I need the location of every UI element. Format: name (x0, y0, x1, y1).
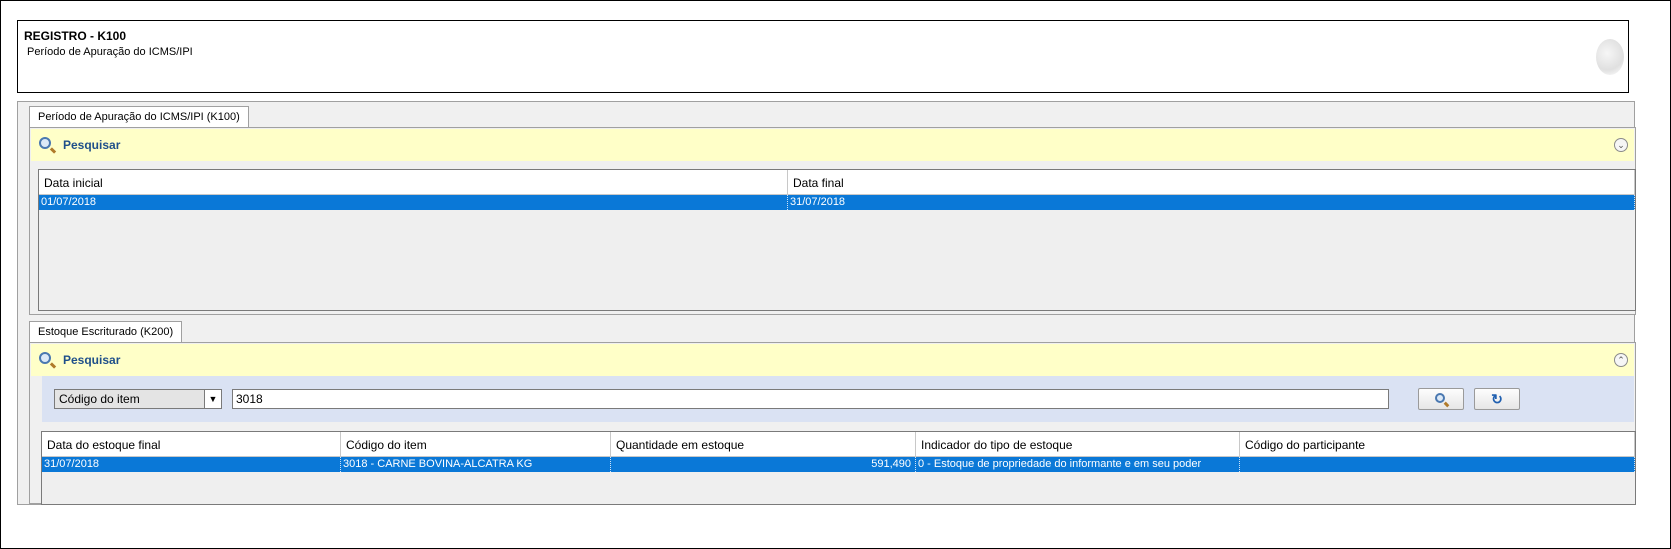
logo-icon (1596, 39, 1624, 75)
cell-indicador: 0 - Estoque de propriedade do informante… (916, 457, 1240, 472)
window-frame: REGISTRO - K100 Período de Apuração do I… (0, 0, 1671, 549)
k200-filter-bar: Código do item ▼ 3018 ↻ (42, 376, 1634, 422)
column-header-data-estoque[interactable]: Data do estoque final (42, 432, 341, 456)
k200-search-label: Pesquisar (63, 353, 121, 367)
search-field-select[interactable]: Código do item ▼ (54, 389, 222, 409)
k200-search-bar[interactable]: Pesquisar ⌃ (31, 344, 1634, 376)
k200-grid-header: Data do estoque final Código do item Qua… (42, 432, 1635, 457)
refresh-icon: ↻ (1491, 391, 1503, 407)
tab-k100[interactable]: Período de Apuração do ICMS/IPI (K100) (29, 106, 249, 127)
k100-grid-header: Data inicial Data final (39, 170, 1635, 195)
cell-codigo-item: 3018 - CARNE BOVINA-ALCATRA KG (341, 457, 611, 472)
main-panel: Período de Apuração do ICMS/IPI (K100) P… (17, 101, 1636, 505)
search-icon (1435, 393, 1445, 403)
chevron-up-icon[interactable]: ⌃ (1614, 353, 1628, 367)
column-header-codigo-item[interactable]: Código do item (341, 432, 611, 456)
page-subtitle: Período de Apuração do ICMS/IPI (27, 46, 193, 58)
chevron-down-icon[interactable]: ▼ (204, 390, 221, 408)
k100-panel: Pesquisar ⌄ Data inicial Data final 01/0… (29, 127, 1636, 315)
k200-panel: Pesquisar ⌃ Código do item ▼ 3018 ↻ Data… (29, 342, 1636, 505)
cell-codigo-participante (1240, 457, 1635, 472)
table-row[interactable]: 01/07/2018 31/07/2018 (39, 195, 1635, 210)
cell-data-inicial: 01/07/2018 (39, 195, 788, 210)
page-header: REGISTRO - K100 Período de Apuração do I… (17, 20, 1629, 93)
search-icon (39, 137, 51, 149)
refresh-button[interactable]: ↻ (1474, 388, 1520, 410)
k100-search-label: Pesquisar (63, 138, 121, 152)
search-field-value: Código do item (59, 392, 140, 406)
cell-quantidade: 591,490 (611, 457, 916, 472)
search-input[interactable]: 3018 (232, 389, 1389, 409)
page-title: REGISTRO - K100 (24, 29, 127, 43)
column-header-codigo-participante[interactable]: Código do participante (1240, 432, 1635, 456)
chevron-down-icon[interactable]: ⌄ (1614, 138, 1628, 152)
column-header-data-inicial[interactable]: Data inicial (39, 170, 788, 194)
k200-grid: Data do estoque final Código do item Qua… (41, 431, 1636, 505)
cell-data-final: 31/07/2018 (788, 195, 1635, 210)
column-header-indicador[interactable]: Indicador do tipo de estoque (916, 432, 1240, 456)
table-row[interactable]: 31/07/2018 3018 - CARNE BOVINA-ALCATRA K… (42, 457, 1635, 472)
column-header-data-final[interactable]: Data final (788, 170, 1635, 194)
search-icon (39, 352, 51, 364)
cell-data-estoque: 31/07/2018 (42, 457, 341, 472)
k100-grid: Data inicial Data final 01/07/2018 31/07… (38, 169, 1636, 311)
tab-k200[interactable]: Estoque Escriturado (K200) (29, 321, 183, 342)
k100-search-bar[interactable]: Pesquisar ⌄ (31, 129, 1634, 161)
column-header-quantidade[interactable]: Quantidade em estoque (611, 432, 916, 456)
search-button[interactable] (1418, 388, 1464, 410)
